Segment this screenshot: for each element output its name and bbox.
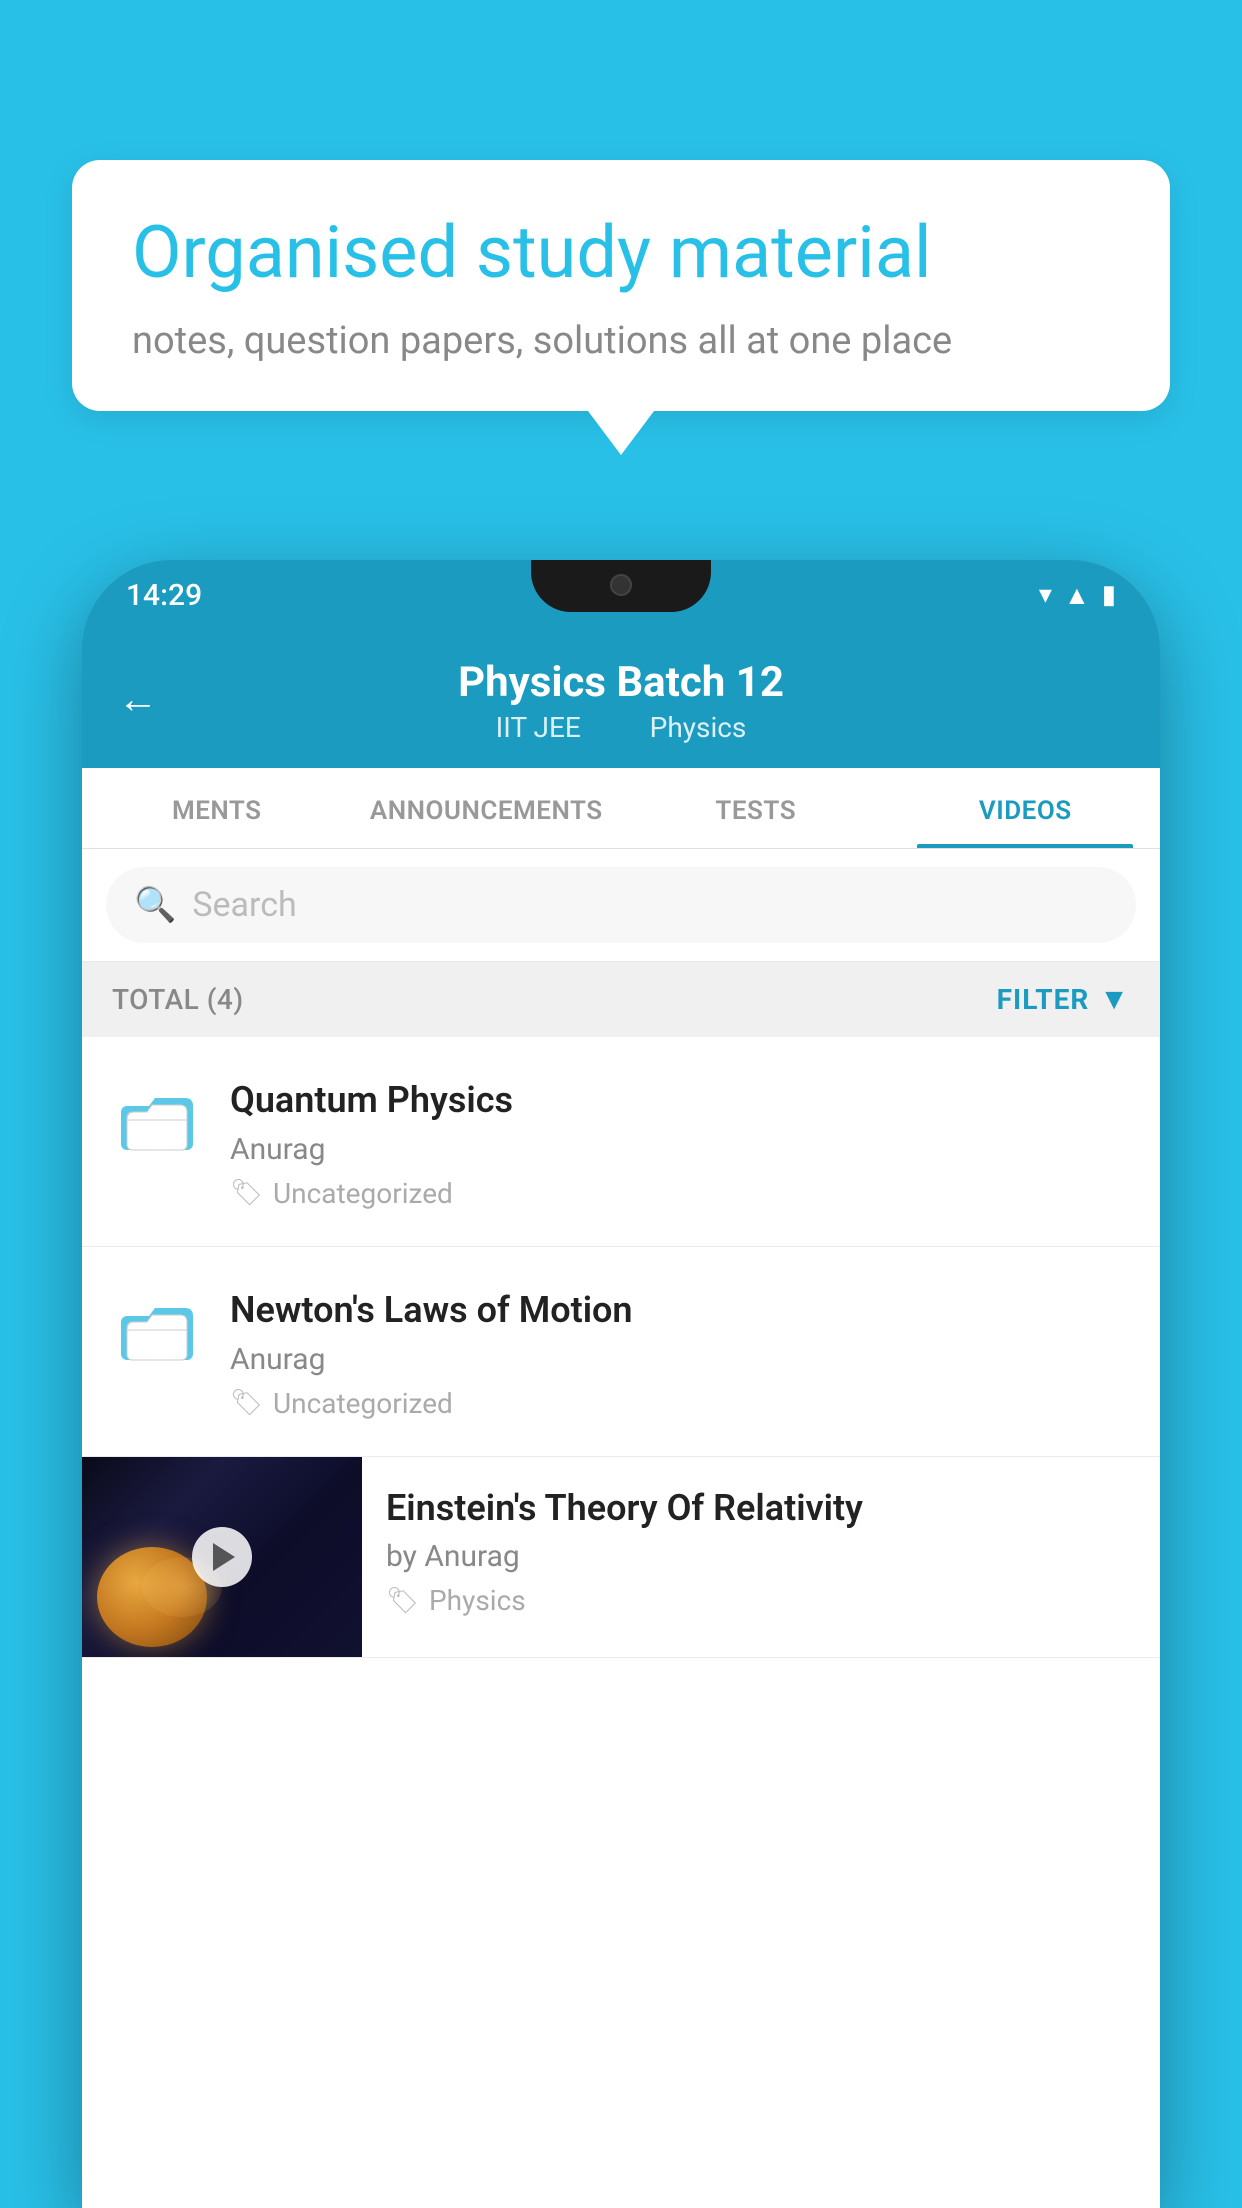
video-author: by Anurag <box>386 1539 1140 1574</box>
filter-label: FILTER <box>997 983 1090 1016</box>
tag-label: Uncategorized <box>273 1387 453 1420</box>
list-item[interactable]: Einstein's Theory Of Relativity by Anura… <box>82 1457 1160 1658</box>
signal-icon: ▲ <box>1064 580 1090 611</box>
video-tag: 🏷 Uncategorized <box>230 1387 1130 1420</box>
video-list: Quantum Physics Anurag 🏷 Uncategorized <box>82 1037 1160 1658</box>
filter-icon: ▼ <box>1099 982 1130 1017</box>
wifi-icon: ▾ <box>1039 580 1052 610</box>
list-item[interactable]: Newton's Laws of Motion Anurag 🏷 Uncateg… <box>82 1247 1160 1457</box>
tab-announcements[interactable]: ANNOUNCEMENTS <box>352 768 622 848</box>
phone-screen: 14:29 ▾ ▲ ▮ ← Physics Batch 12 IIT JEE P… <box>82 560 1160 2208</box>
status-icons: ▾ ▲ ▮ <box>1039 580 1116 611</box>
video-info: Quantum Physics Anurag 🏷 Uncategorized <box>230 1073 1130 1210</box>
list-item[interactable]: Quantum Physics Anurag 🏷 Uncategorized <box>82 1037 1160 1247</box>
phone-frame: 14:29 ▾ ▲ ▮ ← Physics Batch 12 IIT JEE P… <box>82 560 1160 2208</box>
folder-icon <box>112 1283 202 1373</box>
folder-icon <box>112 1073 202 1163</box>
battery-icon: ▮ <box>1102 580 1116 610</box>
video-author: Anurag <box>230 1342 1130 1377</box>
page-title: Physics Batch 12 <box>458 658 784 707</box>
phone-notch <box>531 560 711 612</box>
video-author: Anurag <box>230 1132 1130 1167</box>
search-input-wrap[interactable]: 🔍 Search <box>106 867 1136 943</box>
filter-button[interactable]: FILTER ▼ <box>997 982 1130 1017</box>
subtitle-separator <box>612 711 626 744</box>
video-info: Einstein's Theory Of Relativity by Anura… <box>362 1457 1160 1638</box>
search-container: 🔍 Search <box>82 849 1160 962</box>
tag-label: Uncategorized <box>273 1177 453 1210</box>
total-count: TOTAL (4) <box>112 983 244 1016</box>
tag-icon: 🏷 <box>230 1178 263 1208</box>
tabs-bar: MENTS ANNOUNCEMENTS TESTS VIDEOS <box>82 768 1160 849</box>
video-info: Newton's Laws of Motion Anurag 🏷 Uncateg… <box>230 1283 1130 1420</box>
video-thumbnail <box>82 1457 362 1657</box>
tab-ments[interactable]: MENTS <box>82 768 352 848</box>
page-subtitle: IIT JEE Physics <box>484 711 759 744</box>
app-header: ← Physics Batch 12 IIT JEE Physics <box>82 630 1160 768</box>
subtitle-physics: Physics <box>650 711 747 744</box>
bubble-subtitle: notes, question papers, solutions all at… <box>132 319 1110 363</box>
back-button[interactable]: ← <box>118 676 158 723</box>
video-tag: 🏷 Physics <box>386 1584 1140 1617</box>
speech-bubble: Organised study material notes, question… <box>72 160 1170 411</box>
tag-icon: 🏷 <box>230 1388 263 1418</box>
tag-label: Physics <box>429 1584 526 1617</box>
video-title: Einstein's Theory Of Relativity <box>386 1485 1140 1532</box>
bubble-title: Organised study material <box>132 212 1110 295</box>
play-icon <box>213 1543 235 1571</box>
play-button[interactable] <box>192 1527 252 1587</box>
tag-icon: 🏷 <box>386 1586 419 1616</box>
status-time: 14:29 <box>126 578 202 613</box>
video-title: Newton's Laws of Motion <box>230 1287 1130 1334</box>
subtitle-iitjee: IIT JEE <box>496 711 581 744</box>
filter-bar: TOTAL (4) FILTER ▼ <box>82 962 1160 1037</box>
video-title: Quantum Physics <box>230 1077 1130 1124</box>
tab-tests[interactable]: TESTS <box>621 768 891 848</box>
search-icon: 🔍 <box>134 885 176 925</box>
search-input[interactable]: Search <box>192 885 296 925</box>
tab-videos[interactable]: VIDEOS <box>891 768 1161 848</box>
video-tag: 🏷 Uncategorized <box>230 1177 1130 1210</box>
camera-icon <box>610 574 632 596</box>
